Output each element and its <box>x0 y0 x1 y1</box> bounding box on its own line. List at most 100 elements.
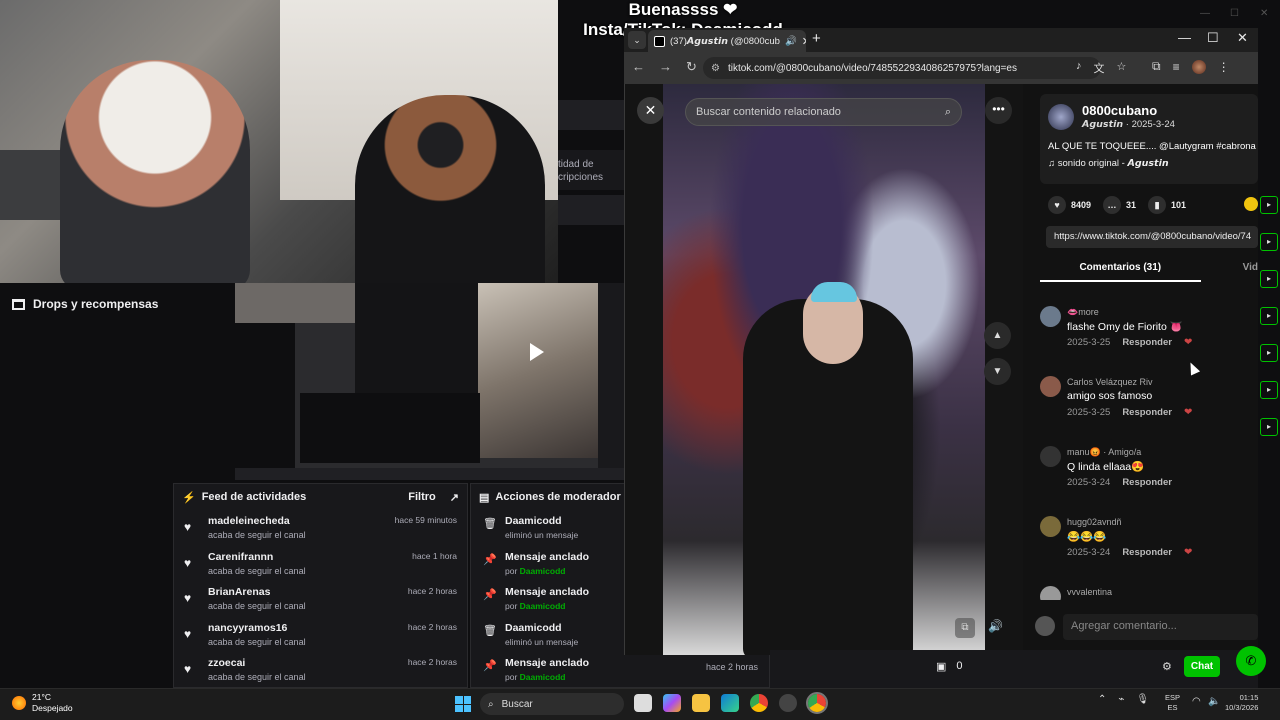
reply-button[interactable]: Responder <box>1122 547 1172 558</box>
minimize-icon[interactable]: — <box>1178 30 1191 45</box>
like-button[interactable]: ♥ 8409 <box>1048 196 1091 214</box>
tab-comments[interactable]: Comentarios (31) <box>1040 262 1201 282</box>
taskbar-search[interactable]: ⌕ Buscar <box>480 693 624 715</box>
chevron-up-icon[interactable]: ⌃ <box>1098 694 1106 705</box>
share-url-field[interactable]: https://www.tiktok.com/@0800cubano/video… <box>1046 226 1258 248</box>
reply-button[interactable]: Responder <box>1122 337 1172 348</box>
popout-icon[interactable]: ↗ <box>450 491 459 504</box>
wifi-icon[interactable]: ◠ <box>1192 696 1201 707</box>
file-explorer-icon[interactable] <box>692 694 710 712</box>
author-username[interactable]: 0800cubano <box>1082 103 1157 118</box>
channel-points[interactable]: ▣ 0 <box>936 660 963 673</box>
commenter-avatar[interactable] <box>1040 306 1061 327</box>
clock[interactable]: 01:15 10/3/2026 <box>1225 693 1258 713</box>
follower-name[interactable]: madeleinecheda <box>208 515 395 527</box>
new-tab-button[interactable]: + <box>812 30 821 47</box>
close-window-icon[interactable]: ✕ <box>1237 30 1248 46</box>
more-options-button[interactable]: ••• <box>985 97 1012 124</box>
edge-button[interactable]: ▸ <box>1260 196 1278 214</box>
microphone-icon[interactable]: 🎙 <box>1136 694 1149 705</box>
commenter-name[interactable]: hugg02avndñ <box>1067 517 1122 527</box>
picture-in-picture-icon[interactable]: ⧉ <box>955 618 975 638</box>
maximize-icon[interactable]: ☐ <box>1207 30 1219 46</box>
chat-settings-icon[interactable]: ⚙ <box>1162 660 1172 673</box>
music-info[interactable]: ♫ sonido original - 𝘼𝙜𝙪𝙨𝙩𝙞𝙣 <box>1048 158 1169 169</box>
maximize-icon[interactable]: ☐ <box>1230 8 1239 19</box>
close-video-button[interactable]: ✕ <box>637 97 664 124</box>
comment-input[interactable]: Agregar comentario... <box>1063 614 1258 640</box>
reload-icon[interactable]: ↻ <box>686 59 697 75</box>
language-indicator[interactable]: ESP ES <box>1165 693 1180 713</box>
feed-item[interactable]: ♥ madeleinecheda acaba de seguir el cana… <box>174 510 467 546</box>
reaction-icon[interactable]: ❤ <box>1184 337 1192 348</box>
minimize-icon[interactable]: — <box>1200 8 1210 19</box>
start-button[interactable] <box>455 696 471 712</box>
close-tab-icon[interactable]: ✕ <box>802 35 806 48</box>
search-icon[interactable]: ⌕ <box>945 106 951 119</box>
close-window-icon[interactable]: ✕ <box>1260 8 1268 19</box>
reaction-icon[interactable]: ❤ <box>1184 547 1192 558</box>
speaker-icon[interactable]: 🔊 <box>785 36 797 47</box>
follower-name[interactable]: nancyyramos16 <box>208 622 408 634</box>
media-icon[interactable]: ≡ <box>1173 60 1180 74</box>
video-player[interactable] <box>663 84 985 655</box>
edge-button[interactable]: ▸ <box>1260 233 1278 251</box>
profile-avatar[interactable] <box>1191 59 1206 74</box>
feed-item[interactable]: ♥ BrianArenas acaba de seguir el canal h… <box>174 581 467 617</box>
feed-item[interactable]: ♥ zzoecai acaba de seguir el canal hace … <box>174 652 467 688</box>
commenter-name[interactable]: 👄more <box>1067 307 1099 318</box>
feed-item[interactable]: ♥ nancyyramos16 acaba de seguir el canal… <box>174 617 467 653</box>
follower-name[interactable]: BrianArenas <box>208 586 408 598</box>
comment-button[interactable]: … 31 <box>1103 196 1136 214</box>
network-icon[interactable]: ⌁ <box>1118 694 1124 705</box>
tab-videos[interactable]: Vid <box>1243 262 1258 282</box>
next-video-button[interactable]: ▼ <box>984 358 1011 385</box>
edge-icon[interactable] <box>721 694 739 712</box>
drops-rewards-item[interactable]: Drops y recompensas <box>12 297 158 311</box>
whatsapp-icon[interactable]: ✆ <box>1236 646 1266 676</box>
edge-button[interactable]: ▸ <box>1260 381 1278 399</box>
chrome-active-icon[interactable] <box>806 692 828 714</box>
commenter-name[interactable]: manu😡 · Amigo/a <box>1067 447 1141 458</box>
coin-icon[interactable] <box>1244 197 1258 211</box>
volume-icon[interactable]: 🔈 <box>1208 696 1220 707</box>
commenter-name[interactable]: vvvalentina <box>1067 587 1112 597</box>
author-avatar[interactable] <box>1048 104 1074 130</box>
forward-icon[interactable]: → <box>659 59 672 75</box>
filter-button[interactable]: Filtro <box>408 491 436 503</box>
volume-icon[interactable]: 🔊 <box>988 619 1003 633</box>
follower-name[interactable]: Carenifrannn <box>208 551 412 563</box>
menu-icon[interactable]: ⋮ <box>1218 60 1230 74</box>
chat-send-button[interactable]: Chat <box>1184 656 1220 677</box>
back-icon[interactable]: ← <box>632 59 645 75</box>
chrome-icon[interactable] <box>750 694 768 712</box>
edge-button[interactable]: ▸ <box>1260 344 1278 362</box>
reply-button[interactable]: Responder <box>1122 477 1172 488</box>
extensions-icon[interactable]: ⧉ <box>1152 59 1161 74</box>
tab-search-button[interactable]: ⌄ <box>628 31 646 49</box>
tiktok-icon[interactable]: ♪ <box>1076 60 1082 76</box>
site-info-icon[interactable]: ⚙ <box>711 63 720 74</box>
task-view-icon[interactable] <box>634 694 652 712</box>
feed-item[interactable]: ♥ Carenifrannn acaba de seguir el canal … <box>174 546 467 582</box>
commenter-avatar[interactable] <box>1040 586 1061 600</box>
reply-button[interactable]: Responder <box>1122 407 1172 418</box>
edge-button[interactable]: ▸ <box>1260 307 1278 325</box>
save-button[interactable]: ▮ 101 <box>1148 196 1186 214</box>
reaction-icon[interactable]: ❤ <box>1184 407 1192 418</box>
app-icon[interactable] <box>779 694 797 712</box>
related-search-input[interactable]: Buscar contenido relacionado ⌕ <box>685 98 962 126</box>
commenter-avatar[interactable] <box>1040 446 1061 467</box>
copilot-icon[interactable] <box>663 694 681 712</box>
address-bar[interactable]: ⚙ tiktok.com/@0800cubano/video/748552293… <box>703 57 1101 79</box>
commenter-name[interactable]: Carlos Velázquez Riv <box>1067 377 1153 387</box>
previous-video-button[interactable]: ▲ <box>984 322 1011 349</box>
edge-button[interactable]: ▸ <box>1260 418 1278 436</box>
commenter-avatar[interactable] <box>1040 516 1061 537</box>
follower-name[interactable]: zzoecai <box>208 657 408 669</box>
weather-widget[interactable]: 21°C Despejado <box>12 692 73 714</box>
browser-tab-tiktok[interactable]: (37)𝘼𝙜𝙪𝙨𝙩𝙞𝙣 (@0800cub 🔊 ✕ <box>648 30 806 52</box>
bookmark-star-icon[interactable]: ☆ <box>1117 60 1127 76</box>
translate-icon[interactable]: 文 <box>1094 60 1105 76</box>
commenter-avatar[interactable] <box>1040 376 1061 397</box>
